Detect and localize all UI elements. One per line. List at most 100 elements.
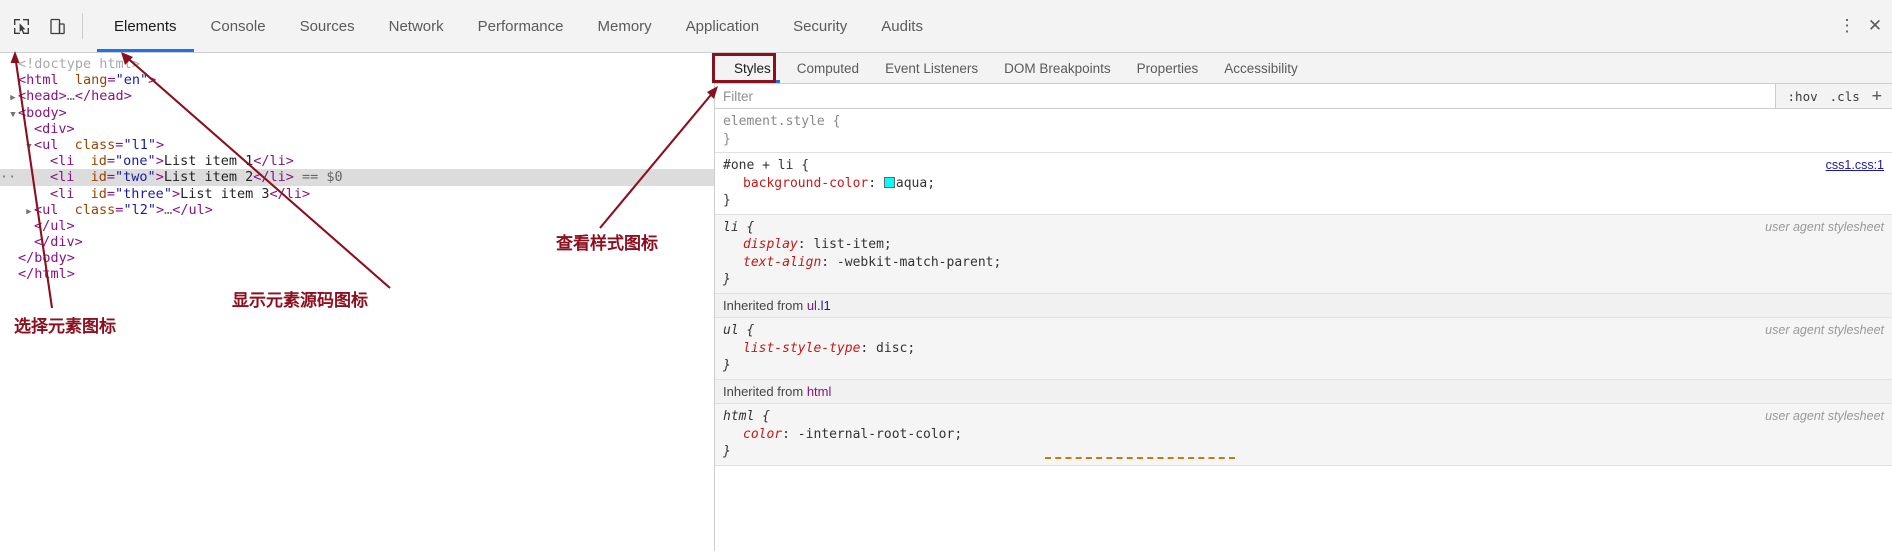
styles-pane: Styles Computed Event Listeners DOM Brea… <box>715 53 1892 551</box>
tab-application[interactable]: Application <box>669 0 776 52</box>
dom-node-html-open[interactable]: ▶<html lang="en"> <box>0 72 714 88</box>
rule-selector[interactable]: #one + li { <box>723 157 1892 175</box>
dom-node-head[interactable]: ▶ <head>…</head> <box>0 88 714 104</box>
tab-sources-label: Sources <box>299 17 355 35</box>
tab-performance[interactable]: Performance <box>461 0 581 52</box>
tab-event-listeners[interactable]: Event Listeners <box>872 53 991 83</box>
dom-node-ul-l2[interactable]: ▶ <ul class="l2">…</ul> <box>0 202 714 218</box>
tab-network-label: Network <box>388 17 444 35</box>
css-property[interactable]: background-color <box>723 176 868 191</box>
rule-close-brace: } <box>723 444 731 459</box>
tab-console-label: Console <box>210 17 266 35</box>
css-rule[interactable]: user agent stylesheet html {color: -inter… <box>715 404 1892 466</box>
panel-tabs: Elements Console Sources Network Perform… <box>97 0 940 52</box>
css-declaration[interactable]: text-align: -webkit-match-parent; <box>723 254 1892 272</box>
dom-node-body[interactable]: ▼ <body> <box>0 105 714 121</box>
annotation-select-element: 选择元素图标 <box>14 317 116 337</box>
tab-audits-label: Audits <box>881 17 923 35</box>
tab-accessibility-label: Accessibility <box>1224 60 1298 76</box>
color-swatch[interactable] <box>883 176 895 188</box>
rule-close-brace: } <box>723 131 731 147</box>
css-declaration[interactable]: list-style-type: disc; <box>723 340 1892 358</box>
toggle-class-button[interactable]: .cls <box>1830 89 1860 104</box>
tab-console[interactable]: Console <box>194 0 283 52</box>
dom-node-li-three[interactable]: ▶<li id="three">List item 3</li> <box>0 186 714 202</box>
device-toolbar-icon[interactable] <box>44 13 70 39</box>
css-value[interactable]: : -internal-root-color; <box>782 427 962 442</box>
toolbar-divider <box>82 13 83 39</box>
tab-performance-label: Performance <box>477 17 564 35</box>
css-property[interactable]: color <box>723 427 782 442</box>
css-value[interactable]: : -webkit-match-parent; <box>821 255 1001 270</box>
css-rule[interactable]: user agent stylesheet li {display: list-i… <box>715 214 1892 294</box>
inherited-from-header: Inherited from ul.l1 <box>715 293 1892 318</box>
tab-event-listeners-label: Event Listeners <box>885 60 979 76</box>
disclosure-triangle-icon[interactable]: ▶ <box>8 268 18 284</box>
rule-selector[interactable]: element.style { <box>723 113 1892 131</box>
tab-security-label: Security <box>793 17 848 35</box>
rule-selector[interactable]: ul { <box>723 322 1892 340</box>
tab-memory[interactable]: Memory <box>581 0 669 52</box>
tab-elements[interactable]: Elements <box>97 0 194 52</box>
dom-node-li-two[interactable]: ··▶<li id="two">List item 2</li> == $0 <box>0 169 714 186</box>
styles-tab-highlight-box <box>712 53 776 83</box>
styles-tabbar: Styles Computed Event Listeners DOM Brea… <box>715 53 1892 84</box>
tab-memory-label: Memory <box>597 17 652 35</box>
dom-node-close-html[interactable]: ▶</html> <box>0 266 714 282</box>
toolbar-icon-group <box>0 0 97 52</box>
toolbar-right-group: ⋮ ✕ <box>1834 0 1892 52</box>
styles-filter-bar: :hov .cls + <box>715 84 1892 109</box>
dom-node-ul-l1[interactable]: ▼ <ul class="l1"> <box>0 137 714 153</box>
tab-network[interactable]: Network <box>372 0 461 52</box>
tab-accessibility[interactable]: Accessibility <box>1211 53 1311 83</box>
css-rule[interactable]: css1.css:1 #one + li {background-color: a… <box>715 153 1892 215</box>
tab-properties[interactable]: Properties <box>1124 53 1212 83</box>
css-declaration[interactable]: background-color: aqua; <box>723 175 1892 193</box>
annotation-view-styles: 查看样式图标 <box>556 234 658 254</box>
tab-audits[interactable]: Audits <box>864 0 940 52</box>
filter-input[interactable] <box>715 84 1775 108</box>
rule-selector[interactable]: li { <box>723 219 1892 237</box>
tab-security[interactable]: Security <box>776 0 864 52</box>
annotation-show-element-source: 显示元素源码图标 <box>232 291 368 311</box>
tab-dom-breakpoints-label: DOM Breakpoints <box>1004 60 1111 76</box>
css-property[interactable]: text-align <box>723 255 821 270</box>
css-declaration[interactable]: display: list-item; <box>723 236 1892 254</box>
inspect-element-icon[interactable] <box>8 13 34 39</box>
dom-node-li-one[interactable]: ▶<li id="one">List item 1</li> <box>0 153 714 169</box>
tab-sources[interactable]: Sources <box>283 0 372 52</box>
tab-properties-label: Properties <box>1136 60 1199 76</box>
tab-application-label: Application <box>685 17 760 35</box>
css-property[interactable]: display <box>723 237 798 252</box>
tab-computed[interactable]: Computed <box>784 53 872 83</box>
css-rules-list[interactable]: element.style {} css1.css:1 #one + li {bac… <box>715 109 1892 466</box>
tab-elements-label: Elements <box>114 17 177 35</box>
selected-node-marker: ·· <box>0 169 17 186</box>
inherited-from-target[interactable]: html <box>807 384 832 399</box>
inherited-from-header: Inherited from html <box>715 379 1892 404</box>
inherited-from-label: Inherited from <box>723 297 807 313</box>
css-value[interactable]: : aqua; <box>868 176 935 191</box>
rule-origin[interactable]: css1.css:1 <box>1826 157 1884 175</box>
toggle-hover-state-button[interactable]: :hov <box>1788 89 1818 104</box>
close-icon[interactable]: ✕ <box>1862 13 1888 39</box>
new-style-rule-button[interactable]: + <box>1872 87 1882 105</box>
devtools-toolbar: Elements Console Sources Network Perform… <box>0 0 1892 53</box>
css-rule[interactable]: element.style {} <box>715 109 1892 153</box>
dom-node-doctype[interactable]: ▶<!doctype html> <box>0 56 714 72</box>
css-rule[interactable]: user agent stylesheet ul {list-style-type… <box>715 318 1892 380</box>
rule-origin: user agent stylesheet <box>1765 323 1884 337</box>
more-options-icon[interactable]: ⋮ <box>1834 13 1860 39</box>
inherited-from-target[interactable]: ul.l1 <box>807 298 831 313</box>
css-value[interactable]: : list-item; <box>798 237 892 252</box>
rule-close-brace: } <box>723 193 731 208</box>
css-property[interactable]: list-style-type <box>723 341 860 356</box>
rule-selector[interactable]: html { <box>723 408 1892 426</box>
more-options-glyph: ⋮ <box>1838 16 1856 35</box>
filter-tools: :hov .cls + <box>1774 84 1892 108</box>
css-declaration[interactable]: color: -internal-root-color; <box>723 426 1892 444</box>
dom-node-div[interactable]: ▶<div> <box>0 121 714 137</box>
css-value[interactable]: : disc; <box>860 341 915 356</box>
tab-computed-label: Computed <box>796 60 860 76</box>
tab-dom-breakpoints[interactable]: DOM Breakpoints <box>991 53 1124 83</box>
